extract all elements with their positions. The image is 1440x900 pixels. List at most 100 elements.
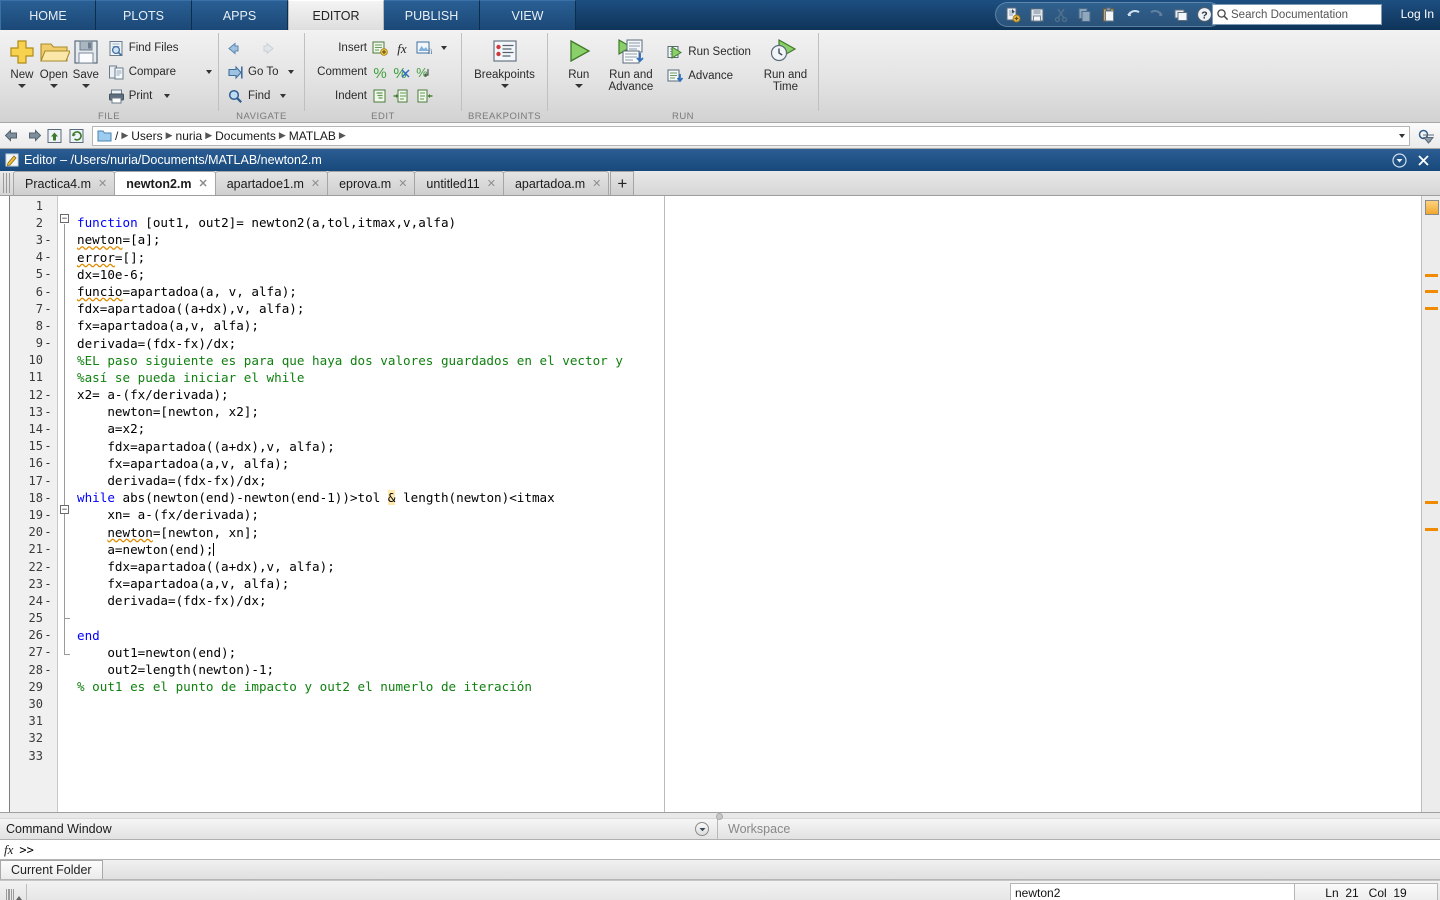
code-line[interactable]: a=newton(end); [72,541,1421,558]
insert-section-icon[interactable] [371,40,389,57]
chevron-down-icon[interactable] [280,94,287,98]
code-line[interactable]: dx=10e-6; [72,266,1421,283]
close-icon[interactable]: ✕ [592,177,601,190]
breadcrumb-nuria[interactable]: nuria [176,129,203,143]
command-window-options-icon[interactable] [695,822,709,836]
code-line[interactable]: %EL paso siguiente es para que haya dos … [72,352,1421,369]
chevron-down-icon[interactable] [206,70,212,74]
run-button[interactable]: Run [556,34,602,88]
breakpoint-gutter[interactable] [0,196,10,812]
status-grip-icon[interactable] [6,886,22,900]
save-button[interactable]: Save [70,34,102,88]
code-line[interactable]: fdx=apartadoa((a+dx),v, alfa); [72,438,1421,455]
close-icon[interactable] [1417,154,1430,167]
code-line[interactable]: fdx=apartadoa((a+dx),v, alfa); [72,558,1421,575]
code-line[interactable]: fx=apartadoa(a,v, alfa); [72,575,1421,592]
command-window-input[interactable]: fx >> [0,840,1440,860]
go-up-icon[interactable] [46,128,64,144]
chevron-down-icon[interactable] [164,94,171,98]
code-line[interactable]: end [72,627,1421,644]
file-tab-newton2[interactable]: newton2.m ✕ [114,171,216,195]
advance-button[interactable]: Advance [666,64,751,88]
nav-back-icon[interactable] [4,128,21,143]
code-fold-column[interactable]: − − [58,196,72,812]
code-line[interactable]: out2=length(newton)-1; [72,661,1421,678]
file-tab-apartadoe1[interactable]: apartadoe1.m ✕ [214,171,329,195]
close-icon[interactable]: ✕ [487,177,496,190]
code-line[interactable] [72,747,1421,764]
code-line[interactable]: while abs(newton(end)-newton(end-1))>tol… [72,489,1421,506]
go-to-button[interactable]: Go To [227,60,295,84]
new-script-icon[interactable] [1002,5,1023,25]
file-tab-practica4[interactable]: Practica4.m ✕ [13,171,116,195]
wrap-comment-icon[interactable]: % [415,64,433,81]
close-icon[interactable]: ✕ [398,177,407,190]
code-line[interactable]: funcio=apartadoa(a, v, alfa); [72,283,1421,300]
file-tab-eprova[interactable]: eprova.m ✕ [327,171,416,195]
code-line[interactable]: derivada=(fdx-fx)/dx; [72,335,1421,352]
run-section-button[interactable]: Run Section [666,40,751,64]
code-line[interactable]: newton=[a]; [72,231,1421,248]
indent-left-icon[interactable] [415,88,433,105]
save-icon[interactable] [1026,5,1047,25]
new-button[interactable]: New [6,34,38,88]
code-line[interactable] [72,730,1421,747]
new-tab-button[interactable]: + [610,171,635,195]
back-arrow-icon[interactable] [227,40,249,57]
fold-marker-function[interactable]: − [60,214,69,223]
current-folder-tab[interactable]: Current Folder [0,860,103,879]
code-line[interactable]: fx=apartadoa(a,v, alfa); [72,317,1421,334]
code-line[interactable]: fdx=apartadoa((a+dx),v, alfa); [72,300,1421,317]
paste-icon[interactable] [1098,5,1119,25]
close-icon[interactable]: ✕ [311,177,320,190]
smart-indent-icon[interactable] [371,88,389,105]
refresh-folder-icon[interactable] [68,128,86,144]
log-in-button[interactable]: Log In [1401,7,1434,21]
run-and-advance-button[interactable]: Run and Advance [602,34,661,93]
switch-window-icon[interactable] [1170,5,1191,25]
collapse-ribbon-icon[interactable] [1422,134,1435,144]
code-line[interactable]: x2= a-(fx/derivada); [72,386,1421,403]
insert-row[interactable]: Insert fx fi [311,36,447,60]
find-button[interactable]: Find [227,84,294,108]
code-line[interactable]: newton=[newton, x2]; [72,403,1421,420]
code-line[interactable] [72,610,1421,627]
print-button[interactable]: Print [108,84,212,108]
ribbon-tab-home[interactable]: HOME [0,0,96,30]
code-analyzer-strip[interactable] [1421,196,1440,812]
breadcrumb-dropdown-icon[interactable] [1399,133,1405,138]
chevron-down-icon[interactable] [17,84,26,88]
code-line[interactable]: %así se pueda iniciar el while [72,369,1421,386]
breakpoints-button[interactable]: Breakpoints [468,34,541,88]
code-line[interactable] [72,197,1421,214]
back-forward-buttons[interactable] [227,36,294,60]
comment-row[interactable]: Comment % % % [311,60,447,84]
file-tab-apartadoa[interactable]: apartadoa.m ✕ [502,171,610,195]
breadcrumb-matlab[interactable]: MATLAB [289,129,336,143]
chevron-down-icon[interactable] [81,84,90,88]
chevron-down-icon[interactable] [574,84,583,88]
horizontal-splitter[interactable] [0,813,1440,820]
indent-right-icon[interactable] [393,88,411,105]
breadcrumb-documents[interactable]: Documents [215,129,276,143]
code-line[interactable]: xn= a-(fx/derivada); [72,506,1421,523]
close-icon[interactable]: ✕ [199,177,208,190]
chevron-down-icon[interactable] [288,70,295,74]
analyzer-warning-mark[interactable] [1425,307,1438,310]
editor-vertical-split[interactable] [664,196,665,812]
fold-marker-while[interactable]: − [60,505,69,514]
indent-row[interactable]: Indent [311,84,447,108]
nav-forward-icon[interactable] [25,128,42,143]
insert-figure-icon[interactable]: fi [415,40,433,57]
code-editor-area[interactable]: 1 2 3-4-5-6-7-8-9-10 11 12-13-14-15-16-17-18… [0,196,1440,813]
fx-icon[interactable]: fx [4,842,13,858]
code-line[interactable]: % out1 es el punto de impacto y out2 el … [72,678,1421,695]
analyzer-warning-mark[interactable] [1425,501,1438,504]
ribbon-tab-view[interactable]: VIEW [480,0,576,30]
insert-function-icon[interactable]: fx [393,40,411,57]
tabs-drag-handle[interactable] [3,173,11,193]
editor-options-icon[interactable] [1392,152,1407,168]
chevron-down-icon[interactable] [49,84,58,88]
comment-icon[interactable]: % [371,64,389,81]
run-and-time-button[interactable]: Run and Time [759,34,812,93]
